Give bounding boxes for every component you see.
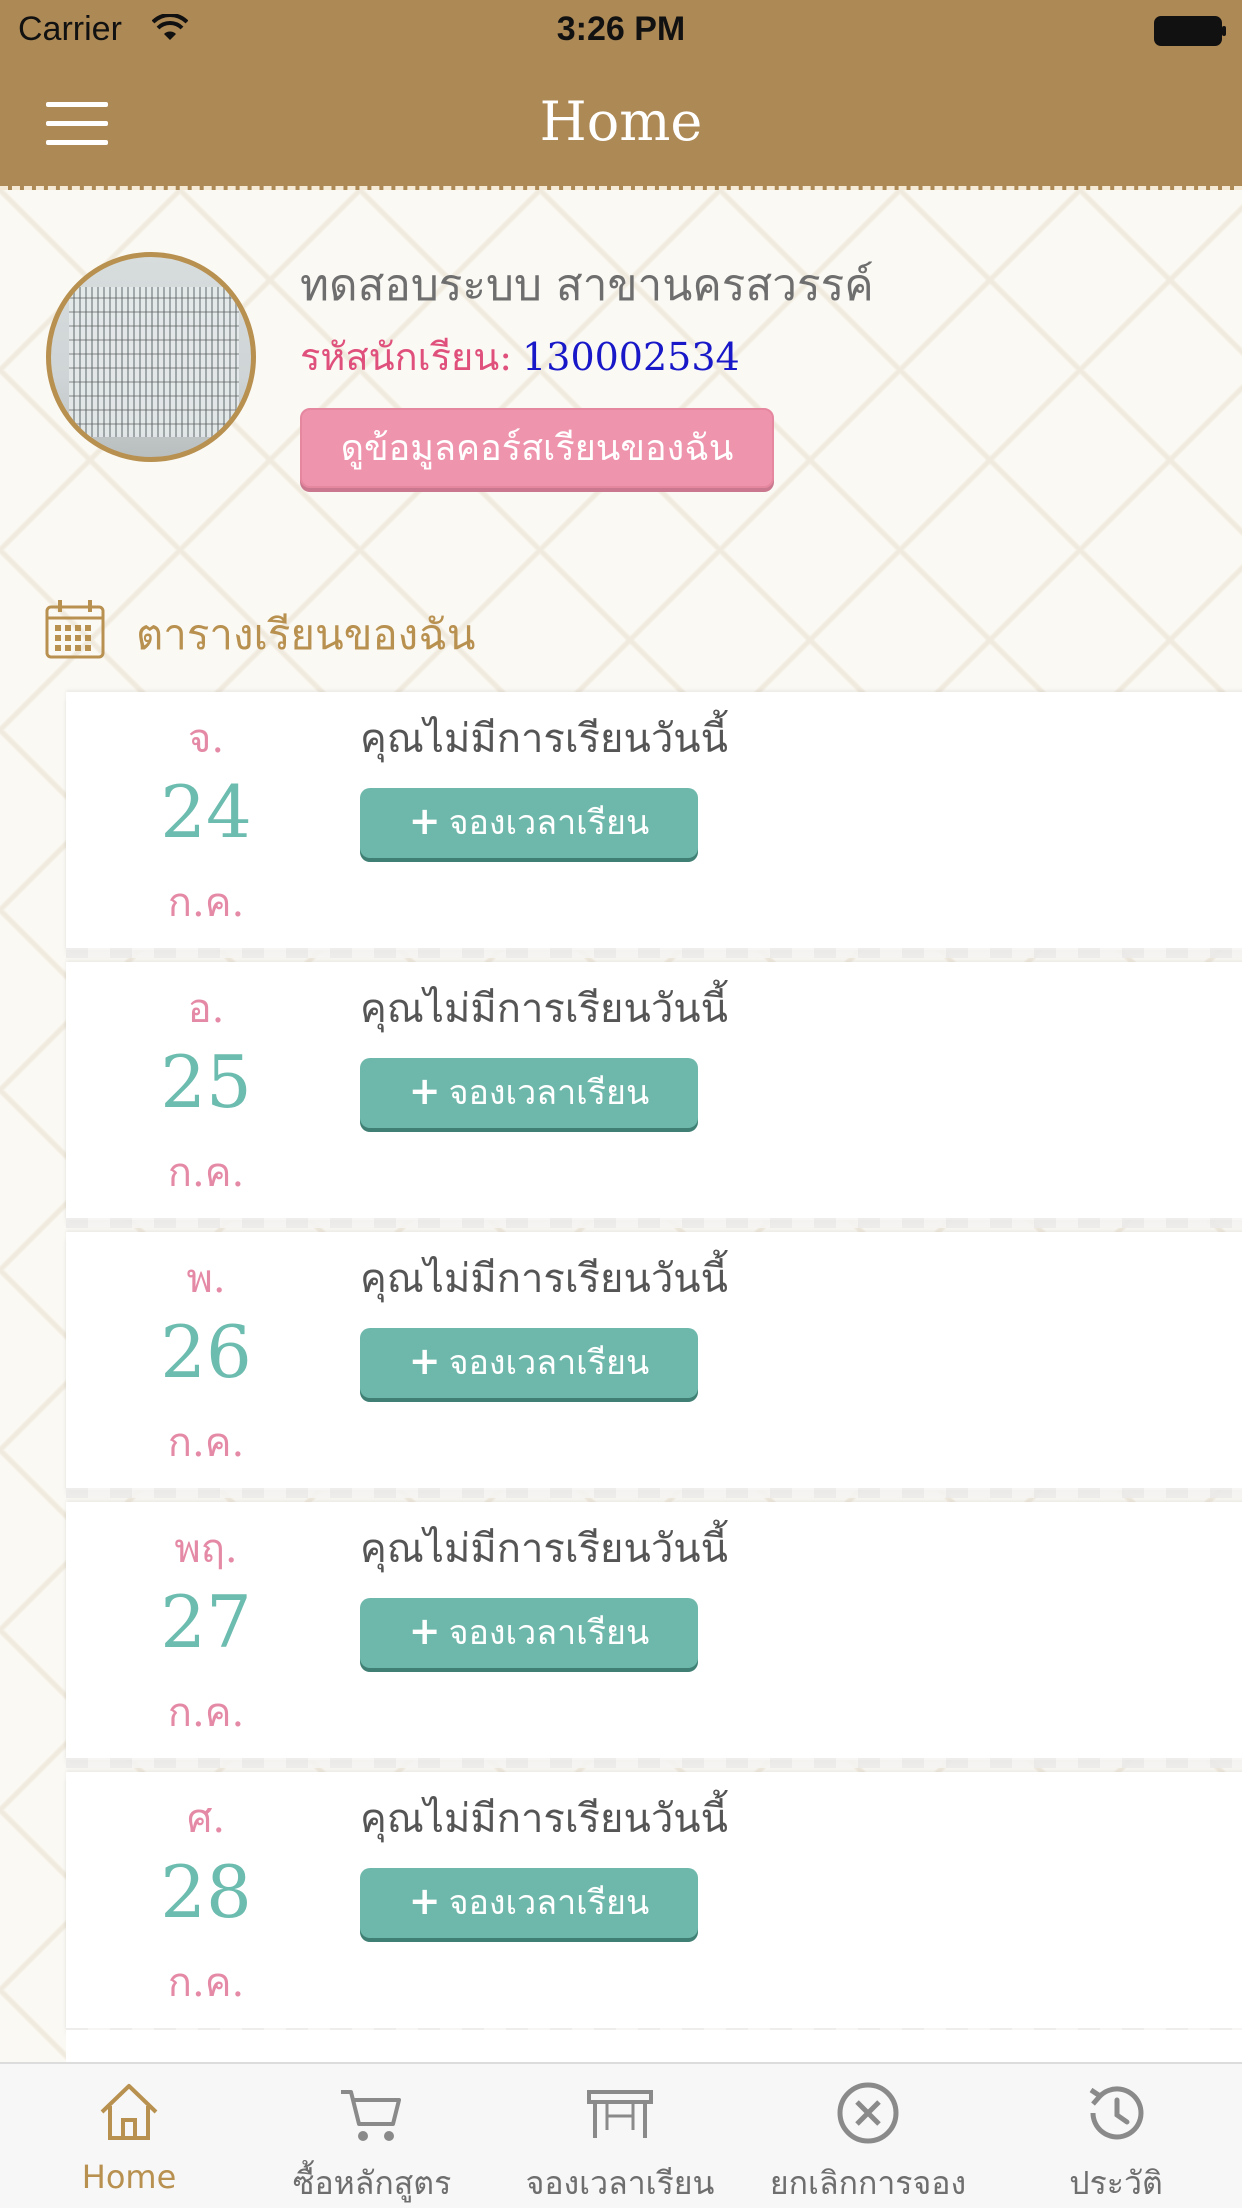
- tab-bar: Home ซื้อหลักสูตร จองเวลาเรียน ยกเลิกการ…: [0, 2062, 1242, 2208]
- no-class-message: คุณไม่มีการเรียนวันนี้: [360, 1256, 728, 1302]
- day-weekday: จ.: [187, 716, 225, 762]
- calendar-icon: [45, 600, 105, 659]
- page-title: Home: [539, 90, 703, 153]
- avatar: [46, 252, 256, 462]
- cancel-icon: [837, 2082, 899, 2144]
- no-class-message: คุณไม่มีการเรียนวันนี้: [360, 1526, 728, 1572]
- day-card: พ. 26 ก.ค. คุณไม่มีการเรียนวันนี้ + จองเว…: [66, 1232, 1242, 1498]
- day-card: ศ. 28 ก.ค. คุณไม่มีการเรียนวันนี้ + จองเว…: [66, 1772, 1242, 2038]
- day-weekday: พฤ.: [174, 1526, 238, 1572]
- day-month: ก.ค.: [167, 1690, 245, 1736]
- day-number: 28: [160, 1850, 252, 1934]
- view-my-courses-button[interactable]: ดูข้อมูลคอร์สเรียนของฉัน: [300, 408, 774, 488]
- tab-history[interactable]: ประวัติ: [992, 2064, 1240, 2208]
- nav-bar: Home: [0, 60, 1242, 190]
- day-weekday: อ.: [187, 986, 225, 1032]
- no-class-message: คุณไม่มีการเรียนวันนี้: [360, 986, 728, 1032]
- tab-buy-course-label: ซื้อหลักสูตร: [292, 2164, 452, 2202]
- no-class-message: คุณไม่มีการเรียนวันนี้: [360, 716, 728, 762]
- day-card-partial: [66, 2030, 1242, 2066]
- day-card: อ. 25 ก.ค. คุณไม่มีการเรียนวันนี้ + จองเว…: [66, 962, 1242, 1228]
- desk-icon: [587, 2090, 653, 2138]
- student-id-label: รหัสนักเรียน:: [300, 335, 513, 379]
- book-class-button[interactable]: + จองเวลาเรียน: [360, 1058, 698, 1128]
- plus-icon: +: [408, 1879, 441, 1923]
- book-class-label: จองเวลาเรียน: [448, 1613, 650, 1653]
- battery-icon: [1154, 16, 1226, 46]
- status-bar: Carrier 3:26 PM: [0, 0, 1242, 60]
- day-month: ก.ค.: [167, 1960, 245, 2006]
- day-number: 24: [160, 770, 252, 854]
- book-class-button[interactable]: + จองเวลาเรียน: [360, 1868, 698, 1938]
- day-card: จ. 24 ก.ค. คุณไม่มีการเรียนวันนี้ + จองเว…: [66, 692, 1242, 958]
- tab-home[interactable]: Home: [5, 2064, 253, 2208]
- book-class-label: จองเวลาเรียน: [448, 803, 650, 843]
- day-number: 26: [160, 1310, 252, 1394]
- day-card: พฤ. 27 ก.ค. คุณไม่มีการเรียนวันนี้ + จองเ…: [66, 1502, 1242, 1768]
- book-class-label: จองเวลาเรียน: [448, 1343, 650, 1383]
- tab-history-label: ประวัติ: [1069, 2164, 1163, 2202]
- book-class-button[interactable]: + จองเวลาเรียน: [360, 1598, 698, 1668]
- book-class-label: จองเวลาเรียน: [448, 1883, 650, 1923]
- tab-cancel-booking[interactable]: ยกเลิกการจอง: [744, 2064, 992, 2208]
- tab-home-label: Home: [81, 2158, 177, 2196]
- cart-icon: [341, 2090, 401, 2141]
- profile-section: ทดสอบระบบ สาขานครสวรรค์ รหัสนักเรียน: 130…: [0, 190, 1242, 550]
- profile-name: ทดสอบระบบ สาขานครสวรรค์: [300, 260, 874, 311]
- book-class-button[interactable]: + จองเวลาเรียน: [360, 1328, 698, 1398]
- plus-icon: +: [408, 1609, 441, 1653]
- day-month: ก.ค.: [167, 1420, 245, 1466]
- student-id-row: รหัสนักเรียน: 130002534: [300, 326, 740, 387]
- history-icon: [1089, 2086, 1144, 2140]
- plus-icon: +: [408, 1339, 441, 1383]
- home-icon: [100, 2084, 158, 2140]
- book-class-button[interactable]: + จองเวลาเรียน: [360, 788, 698, 858]
- tab-buy-course[interactable]: ซื้อหลักสูตร: [248, 2064, 496, 2208]
- schedule-header: ตารางเรียนของฉัน: [44, 598, 644, 662]
- plus-icon: +: [408, 1069, 441, 1113]
- status-time: 3:26 PM: [556, 10, 686, 48]
- schedule-title: ตารางเรียนของฉัน: [136, 610, 476, 659]
- day-number: 25: [160, 1040, 252, 1124]
- tab-book-class-label: จองเวลาเรียน: [525, 2164, 715, 2202]
- day-number: 27: [160, 1580, 252, 1664]
- day-month: ก.ค.: [167, 1150, 245, 1196]
- day-weekday: พ.: [186, 1256, 226, 1302]
- tab-book-class[interactable]: จองเวลาเรียน: [496, 2064, 744, 2208]
- no-class-message: คุณไม่มีการเรียนวันนี้: [360, 1796, 728, 1842]
- plus-icon: +: [408, 799, 441, 843]
- tab-cancel-booking-label: ยกเลิกการจอง: [769, 2164, 967, 2202]
- day-month: ก.ค.: [167, 880, 245, 926]
- book-class-label: จองเวลาเรียน: [448, 1073, 650, 1113]
- day-weekday: ศ.: [186, 1796, 226, 1842]
- student-id-value: 130002534: [522, 335, 740, 379]
